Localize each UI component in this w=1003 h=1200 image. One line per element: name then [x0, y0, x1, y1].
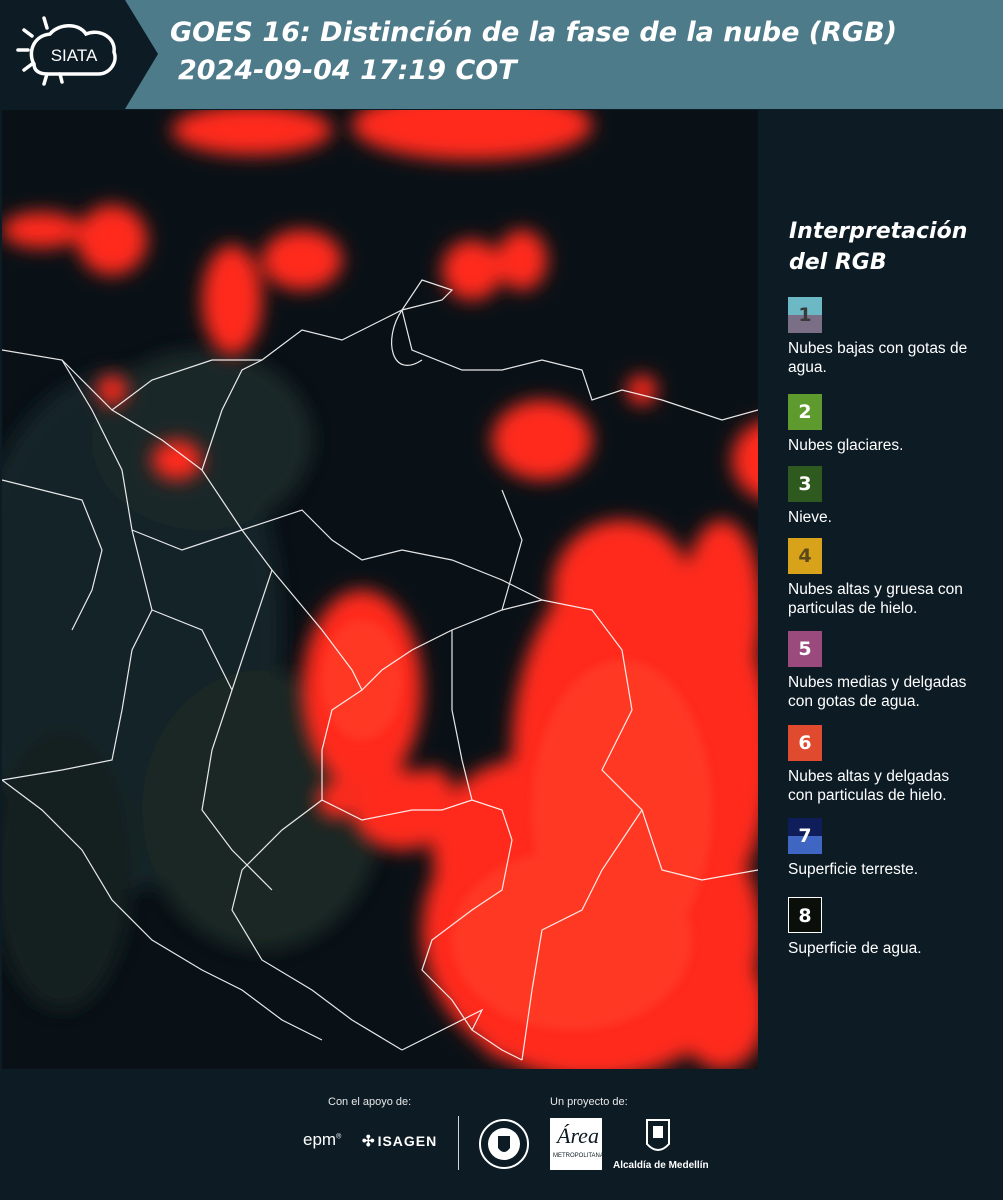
legend-swatch-number: 3 [798, 473, 812, 495]
legend-swatch-number: 2 [798, 401, 812, 423]
legend-label: Superficie terreste. [788, 861, 919, 878]
legend-item: 6 Nubes altas y delgadas con particulas d… [788, 725, 993, 805]
isagen-logo: ✣ ISAGEN [362, 1132, 437, 1150]
footer: Con el apoyo de: Un proyecto de: epm® ✣ I… [0, 1070, 1003, 1200]
legend-label: Nubes bajas con gotas de agua. [788, 340, 968, 376]
epm-logo: epm® [303, 1130, 342, 1149]
support-label: Con el apoyo de: [328, 1096, 412, 1108]
legend-swatch-number: 7 [798, 825, 812, 847]
area-metropolitana-logo: Área METROPOLITANA [550, 1118, 604, 1170]
siata-logo-block: SIATA [0, 0, 158, 109]
title-line-1: GOES 16: Distinción de la fase de la nub… [170, 17, 897, 48]
satellite-image [2, 110, 758, 1069]
legend-title-line-2: del RGB [789, 250, 887, 275]
legend-item: 1 Nubes bajas con gotas de agua. [788, 297, 993, 377]
legend-swatch-number: 4 [798, 545, 812, 567]
epm-logo-text: epm [303, 1130, 337, 1149]
area-logo-subtitle: METROPOLITANA [553, 1153, 604, 1159]
legend-label: Nieve. [788, 509, 832, 526]
legend-swatch: 5 [788, 631, 822, 667]
project-label: Un proyecto de: [550, 1096, 628, 1108]
legend-swatch-number: 6 [798, 732, 812, 754]
isagen-logo-text: ISAGEN [377, 1133, 438, 1149]
legend-item: 5 Nubes medias y delgadas con gotas de ag… [788, 631, 993, 711]
legend-item: 8 Superficie de agua. [788, 897, 993, 958]
page-title: GOES 16: Distinción de la fase de la nub… [170, 14, 897, 90]
legend-label: Nubes glaciares. [788, 437, 904, 454]
alcaldia-logo-text: Alcaldía de Medellín [613, 1160, 709, 1171]
medellin-seal-icon [479, 1119, 529, 1169]
legend-swatch-number: 5 [798, 638, 812, 660]
isagen-mark-icon: ✣ [362, 1133, 376, 1150]
legend-swatch-number: 8 [798, 905, 812, 927]
legend-item: 7 Superficie terreste. [788, 818, 993, 879]
legend-title-line-1: Interpretación [789, 219, 968, 244]
legend-item: 4 Nubes altas y gruesa con particulas de … [788, 538, 993, 618]
legend-item: 3 Nieve. [788, 466, 993, 527]
legend-swatch: 2 [788, 394, 822, 430]
legend-label: Nubes altas y gruesa con particulas de h… [788, 581, 963, 617]
legend-label: Nubes altas y delgadas con particulas de… [788, 768, 950, 804]
footer-divider [458, 1116, 459, 1170]
legend-title: Interpretación del RGB [789, 216, 989, 278]
legend-swatch: 3 [788, 466, 822, 502]
legend-label: Superficie de agua. [788, 940, 922, 957]
alcaldia-crest-icon [646, 1119, 670, 1151]
header: SIATA GOES 16: Distinción de la fase de … [0, 0, 1003, 109]
legend-item: 2 Nubes glaciares. [788, 394, 993, 455]
legend-swatch: 1 [788, 297, 822, 333]
legend-label: Nubes medias y delgadas con gotas de agu… [788, 674, 967, 710]
legend-swatch: 4 [788, 538, 822, 574]
siata-logo: SIATA [16, 16, 117, 86]
legend-swatch: 7 [788, 818, 822, 854]
satellite-map [2, 110, 758, 1069]
legend-swatch: 6 [788, 725, 822, 761]
title-line-2: 2024-09-04 17:19 COT [178, 55, 517, 86]
logo-text: SIATA [51, 46, 98, 65]
legend-swatch: 8 [788, 897, 822, 933]
area-logo-title: Área [557, 1123, 599, 1148]
legend-swatch-number: 1 [798, 304, 812, 326]
